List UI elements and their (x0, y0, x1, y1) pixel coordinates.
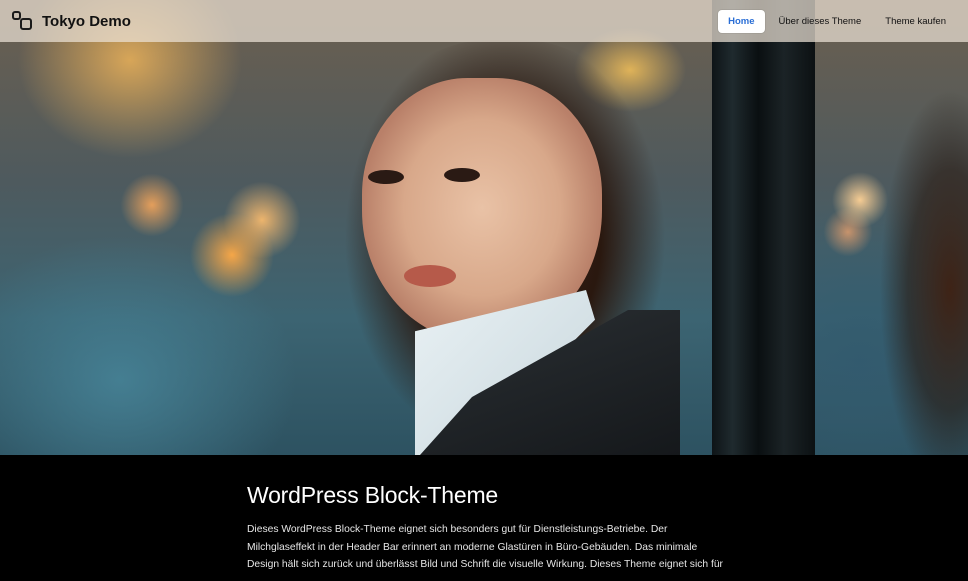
hero-lips (404, 265, 456, 287)
two-squares-logo-icon (12, 11, 34, 31)
main-content: WordPress Block-Theme Dieses WordPress B… (247, 482, 727, 574)
hero-eye-right (444, 168, 480, 182)
nav-item-about-theme[interactable]: Über dieses Theme (769, 10, 872, 33)
page-heading: WordPress Block-Theme (247, 482, 499, 508)
site-title[interactable]: Tokyo Demo (42, 13, 131, 30)
hero-reflection (860, 90, 968, 455)
site-brand-link[interactable]: Tokyo Demo (12, 11, 131, 31)
intro-paragraph: Dieses WordPress Block-Theme eignet sich… (247, 524, 723, 570)
hero-pillar (712, 0, 815, 455)
nav-item-buy-theme[interactable]: Theme kaufen (875, 10, 956, 33)
main-navigation: Home Über dieses Theme Theme kaufen (718, 9, 956, 33)
hero-eye-left (368, 170, 404, 184)
hero-image (0, 0, 968, 455)
nav-item-home[interactable]: Home (718, 9, 765, 33)
site-header: Tokyo Demo Home Über dieses Theme Theme … (0, 0, 968, 42)
